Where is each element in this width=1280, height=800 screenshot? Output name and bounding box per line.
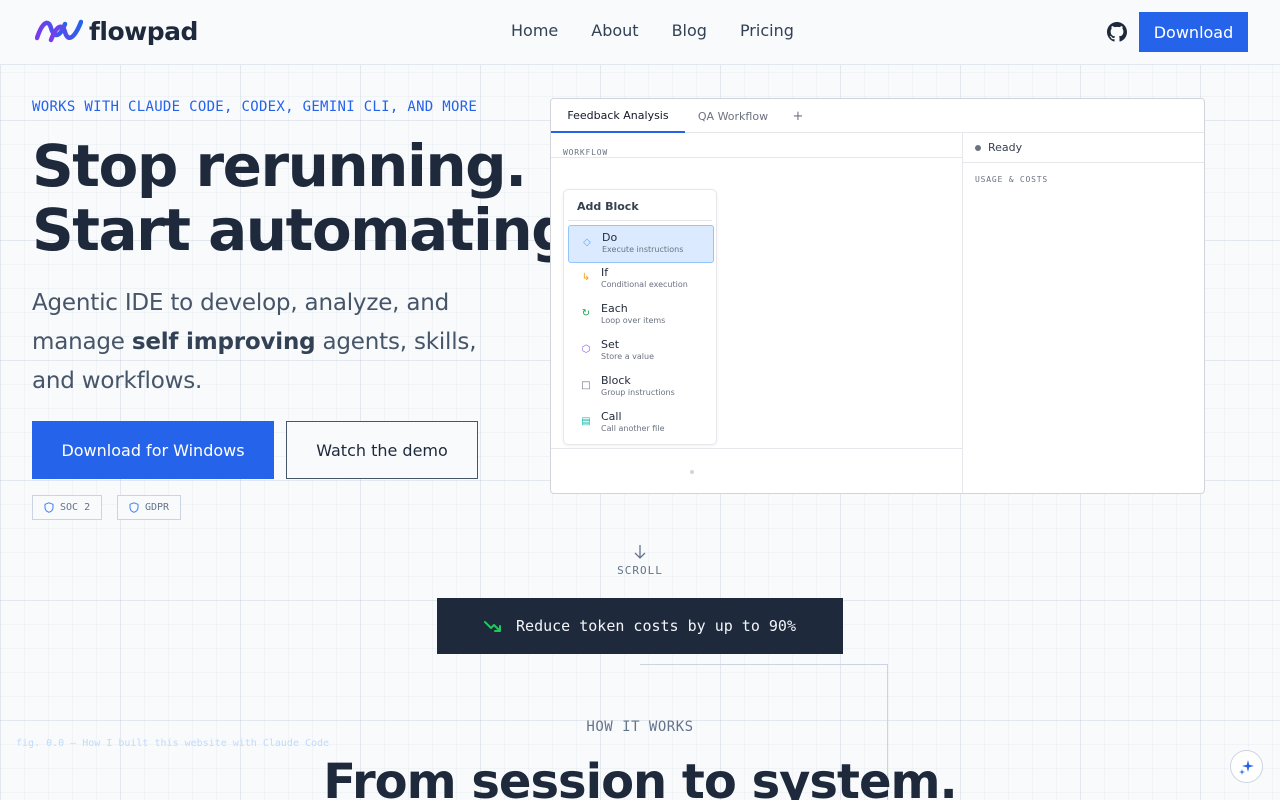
nav-link-pricing[interactable]: Pricing: [740, 21, 794, 40]
status-text: Ready: [988, 141, 1023, 154]
side-pane: Ready USAGE & COSTS: [963, 133, 1204, 493]
hero-headline: Stop rerunning. Start automating.: [32, 132, 593, 264]
sparkle-assistant-button[interactable]: [1230, 750, 1263, 783]
menu-item-title: Call: [601, 410, 622, 423]
menu-item-set[interactable]: ⬡ Set Store a value: [568, 333, 714, 371]
nav-download-button[interactable]: Download: [1139, 12, 1248, 52]
promo-text: Reduce token costs by up to 90%: [516, 617, 796, 635]
call-icon: ▤: [581, 416, 591, 427]
hero-subhead: Agentic IDE to develop, analyze, and man…: [32, 284, 512, 401]
workflow-pane: WORKFLOW Add Block ◇ Do Execute instruct…: [551, 133, 963, 493]
menu-item-call[interactable]: ▤ Call Call another file: [568, 405, 714, 443]
badge-label: SOC 2: [60, 502, 91, 513]
menu-item-title: Each: [601, 302, 628, 315]
menu-item-do[interactable]: ◇ Do Execute instructions: [568, 225, 714, 263]
square-icon: □: [581, 380, 591, 391]
nav-link-blog[interactable]: Blog: [672, 21, 707, 40]
status-dot-icon: [975, 144, 981, 151]
menu-item-subtitle: Group instructions: [601, 388, 675, 397]
menu-item-subtitle: Execute instructions: [602, 245, 684, 254]
figure-caption: fig. 0.0 — How I built this website with…: [16, 738, 330, 749]
loop-icon: ↻: [581, 308, 591, 319]
workflow-footer: [551, 448, 962, 493]
arrow-down-icon[interactable]: [633, 544, 647, 560]
github-icon[interactable]: [1107, 22, 1127, 42]
menu-item-title: Set: [601, 338, 620, 351]
logo[interactable]: flowpad: [35, 16, 198, 46]
shield-icon: [129, 502, 139, 513]
menu-item-if[interactable]: ↳ If Conditional execution: [568, 261, 714, 299]
watch-demo-button[interactable]: Watch the demo: [286, 421, 478, 479]
menu-item-block[interactable]: □ Block Group instructions: [568, 369, 714, 407]
badge-soc2: SOC 2: [32, 495, 103, 520]
headline-line-1: Stop rerunning.: [32, 132, 527, 200]
usage-costs-label: USAGE & COSTS: [975, 175, 1049, 184]
badge-label: GDPR: [145, 502, 170, 513]
divider: [568, 220, 712, 221]
nav-links: Home About Blog Pricing: [511, 21, 794, 40]
menu-item-title: If: [601, 266, 609, 279]
app-tabbar: Feedback Analysis QA Workflow +: [551, 99, 1204, 133]
promo-banner: Reduce token costs by up to 90%: [437, 598, 843, 654]
menu-item-subtitle: Loop over items: [601, 316, 666, 325]
tab-feedback-analysis[interactable]: Feedback Analysis: [551, 99, 685, 133]
flowpad-logo-icon: [35, 19, 83, 43]
subhead-bold: self improving: [131, 329, 316, 355]
shield-icon: [44, 502, 54, 513]
tab-qa-workflow[interactable]: QA Workflow: [685, 99, 781, 133]
indicator-dot: [690, 470, 694, 474]
scroll-label: SCROLL: [617, 564, 663, 577]
menu-item-each[interactable]: ↻ Each Loop over items: [568, 297, 714, 335]
branch-icon: ↳: [581, 272, 591, 283]
add-block-title: Add Block: [577, 200, 639, 213]
hexagon-icon: ⬡: [581, 344, 591, 355]
menu-item-title: Do: [602, 231, 618, 244]
badge-gdpr: GDPR: [117, 495, 182, 520]
logo-wordmark: flowpad: [89, 16, 198, 46]
menu-item-subtitle: Call another file: [601, 424, 665, 433]
add-block-menu: Add Block ◇ Do Execute instructions ↳ If…: [563, 189, 717, 445]
nav-link-home[interactable]: Home: [511, 21, 558, 40]
workflow-label: WORKFLOW: [563, 148, 608, 157]
workflow-header: WORKFLOW: [551, 133, 962, 158]
hero-eyebrow: WORKS WITH CLAUDE CODE, CODEX, GEMINI CL…: [32, 99, 478, 115]
section-title: From session to system.: [323, 754, 957, 800]
menu-item-subtitle: Conditional execution: [601, 280, 688, 289]
headline-line-2: Start automating.: [32, 196, 593, 264]
trending-down-icon: [484, 621, 502, 632]
top-nav: flowpad Home About Blog Pricing Download: [0, 0, 1280, 65]
section-eyebrow: HOW IT WORKS: [586, 719, 694, 735]
diamond-icon: ◇: [583, 237, 591, 248]
download-windows-button[interactable]: Download for Windows: [32, 421, 274, 479]
add-tab-button[interactable]: +: [789, 99, 807, 133]
menu-item-subtitle: Store a value: [601, 352, 654, 361]
nav-link-about[interactable]: About: [591, 21, 638, 40]
status-bar: Ready: [963, 133, 1204, 163]
sparkle-icon: [1238, 759, 1254, 775]
menu-item-title: Block: [601, 374, 631, 387]
app-screenshot: Feedback Analysis QA Workflow + WORKFLOW…: [550, 98, 1205, 494]
